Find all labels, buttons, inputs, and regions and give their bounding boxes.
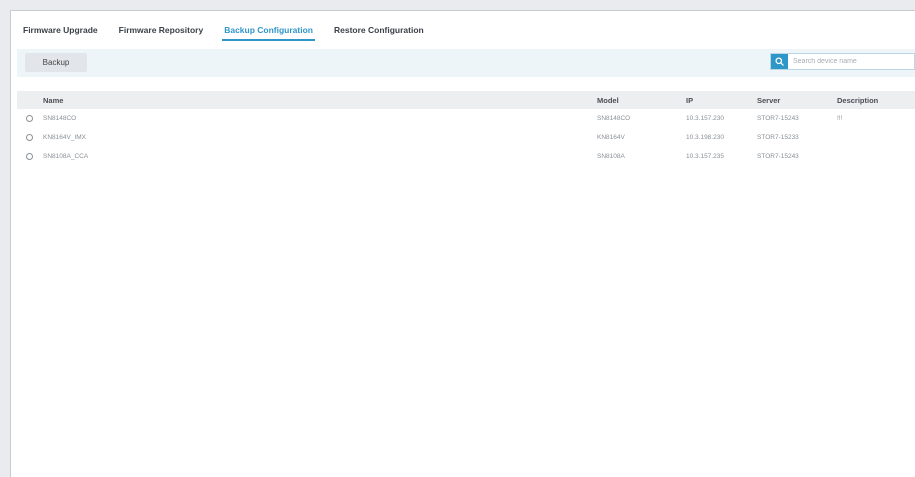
- cell-server: STOR7-15243: [757, 153, 799, 160]
- backup-button[interactable]: Backup: [25, 53, 87, 72]
- row-radio[interactable]: [25, 153, 33, 160]
- search-button[interactable]: [771, 54, 788, 69]
- column-header-ip[interactable]: IP: [686, 91, 693, 109]
- cell-server: STOR7-15243: [757, 115, 799, 122]
- tab-firmware-repository[interactable]: Firmware Repository: [117, 23, 206, 41]
- column-header-name[interactable]: Name: [43, 91, 63, 109]
- cell-name: SN8108A_CCA: [43, 153, 89, 160]
- column-header-model[interactable]: Model: [597, 91, 619, 109]
- search-input[interactable]: [788, 54, 914, 69]
- tab-restore-configuration[interactable]: Restore Configuration: [332, 23, 426, 41]
- row-radio[interactable]: [25, 134, 33, 141]
- main-panel: Firmware Upgrade Firmware Repository Bac…: [10, 10, 915, 477]
- cell-ip: 10.3.157.235: [686, 153, 724, 160]
- column-header-description[interactable]: Description: [837, 91, 878, 109]
- table-row[interactable]: KN8164V_IMX KN8164V 10.3.198.230 STOR7-1…: [17, 128, 915, 147]
- row-radio[interactable]: [25, 115, 33, 122]
- device-table: Name Model IP Server Description SN8148C…: [17, 91, 915, 166]
- tab-backup-configuration[interactable]: Backup Configuration: [222, 23, 315, 41]
- cell-ip: 10.3.157.230: [686, 115, 724, 122]
- cell-model: SN8108A: [597, 153, 625, 160]
- cell-server: STOR7-15233: [757, 134, 799, 141]
- table-header: Name Model IP Server Description: [17, 91, 915, 109]
- cell-description: !!!: [837, 115, 843, 122]
- search-box: [770, 53, 915, 70]
- tab-firmware-upgrade[interactable]: Firmware Upgrade: [21, 23, 100, 41]
- cell-ip: 10.3.198.230: [686, 134, 724, 141]
- cell-name: KN8164V_IMX: [43, 134, 86, 141]
- column-header-server[interactable]: Server: [757, 91, 780, 109]
- cell-model: KN8164V: [597, 134, 625, 141]
- tab-bar: Firmware Upgrade Firmware Repository Bac…: [11, 11, 915, 41]
- search-icon: [775, 57, 784, 66]
- cell-name: SN8148CO: [43, 115, 77, 122]
- table-row[interactable]: SN8108A_CCA SN8108A 10.3.157.235 STOR7-1…: [17, 147, 915, 166]
- table-row[interactable]: SN8148CO SN8148CO 10.3.157.230 STOR7-152…: [17, 109, 915, 128]
- cell-model: SN8148CO: [597, 115, 631, 122]
- toolbar: Backup: [17, 49, 915, 77]
